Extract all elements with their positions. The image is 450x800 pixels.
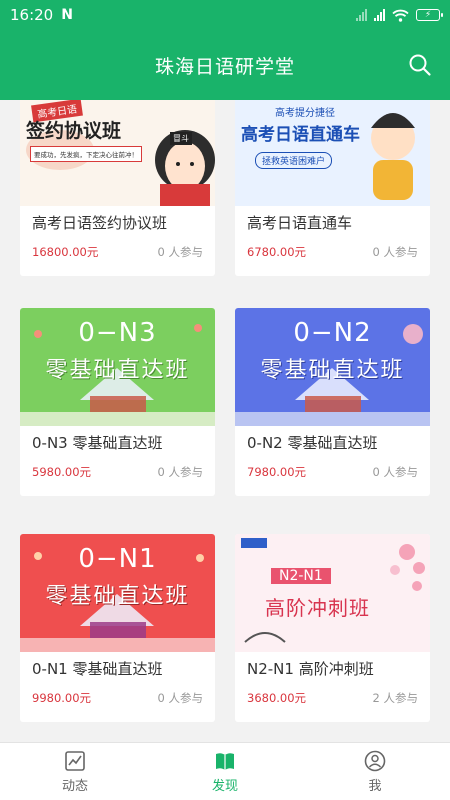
banner-line1: 0−N1 — [78, 544, 157, 574]
search-icon[interactable] — [408, 53, 432, 77]
course-card[interactable]: 高考提分捷径 高考日语直通车 拯救英语困难户 高考日语直通车 6780.00元 … — [235, 100, 430, 276]
course-title: 高考日语直通车 — [247, 214, 353, 232]
course-price: 6780.00元 — [247, 245, 307, 259]
bottom-nav: 动态 发现 我 — [0, 742, 450, 800]
participant-count: 0 人参与 — [157, 691, 203, 705]
activity-chart-icon — [65, 750, 85, 771]
participant-count: 0 人参与 — [157, 465, 203, 479]
course-title: 0-N2 零基础直达班 — [247, 434, 378, 452]
app-header: 珠海日语研学堂 — [0, 30, 450, 100]
banner-line1: 0−N2 — [293, 318, 372, 348]
course-thumbnail: 0−N1 零基础直达班 — [20, 534, 215, 652]
banner-line2: 零基础直达班 — [260, 358, 405, 383]
course-thumbnail: 高考提分捷径 高考日语直通车 拯救英语困难户 — [235, 100, 430, 206]
participant-count: 0 人参与 — [157, 245, 203, 259]
book-icon — [216, 752, 234, 770]
course-card[interactable]: 0−N1 零基础直达班 0-N1 零基础直达班 9980.00元 0 人参与 — [20, 534, 215, 722]
course-price: 7980.00元 — [247, 465, 307, 479]
banner-text: 高考日语直通车 — [241, 125, 360, 145]
profile-icon — [364, 750, 386, 771]
participant-count: 2 人参与 — [372, 691, 418, 705]
course-thumbnail: N2-N1 高阶冲刺班 — [235, 534, 430, 652]
nav-item-discover[interactable]: 发现 — [150, 743, 300, 800]
signal-icon-1 — [356, 9, 367, 21]
battery-icon: ⚡ — [416, 9, 443, 21]
participant-count: 0 人参与 — [372, 465, 418, 479]
banner-badge: 冒斗 — [170, 132, 192, 145]
participant-count: 0 人参与 — [372, 245, 418, 259]
banner-line1: 0−N3 — [78, 318, 157, 348]
course-thumbnail: 0−N2 零基础直达班 — [235, 308, 430, 426]
notification-icon: N — [61, 7, 73, 23]
banner-line2: 零基础直达班 — [45, 358, 190, 383]
course-card[interactable]: 0−N3 零基础直达班 0-N3 零基础直达班 5980.00元 0 人参与 — [20, 308, 215, 496]
banner-text: 签约协议班 — [26, 120, 122, 142]
course-thumbnail: 高考日语 签约协议班 要成功，先发疯，下定决心往前冲！ 冒斗 — [20, 100, 215, 206]
signal-icon-2 — [374, 9, 385, 21]
course-title: N2-N1 高阶冲刺班 — [247, 660, 374, 678]
nav-label: 我 — [368, 778, 382, 794]
nav-item-activity[interactable]: 动态 — [0, 743, 150, 800]
wifi-icon — [392, 9, 409, 22]
course-card[interactable]: N2-N1 高阶冲刺班 N2-N1 高阶冲刺班 3680.00元 2 人参与 — [235, 534, 430, 722]
course-price: 16800.00元 — [32, 245, 99, 259]
banner-subtext: 要成功，先发疯，下定决心往前冲！ — [30, 146, 142, 162]
banner-subtext: 拯救英语困难户 — [255, 152, 333, 169]
course-price: 5980.00元 — [32, 465, 92, 479]
nav-label: 动态 — [61, 778, 88, 794]
course-title: 高考日语签约协议班 — [32, 214, 168, 232]
nav-item-profile[interactable]: 我 — [300, 743, 450, 800]
banner-line1: N2-N1 — [271, 568, 331, 584]
course-thumbnail: 0−N3 零基础直达班 — [20, 308, 215, 426]
status-bar: 16:20 N ⚡ — [0, 0, 450, 30]
banner-line2: 高阶冲刺班 — [265, 596, 370, 620]
banner-tag: 高考提分捷径 — [275, 108, 335, 119]
banner-line2: 零基础直达班 — [45, 584, 190, 609]
page-title: 珠海日语研学堂 — [154, 55, 295, 78]
course-price: 3680.00元 — [247, 691, 307, 705]
course-card[interactable]: 高考日语 签约协议班 要成功，先发疯，下定决心往前冲！ 冒斗 高考日语签约协议班… — [20, 100, 215, 276]
course-title: 0-N1 零基础直达班 — [32, 660, 163, 678]
status-time: 16:20 — [10, 6, 54, 24]
course-price: 9980.00元 — [32, 691, 92, 705]
nav-label: 发现 — [211, 778, 238, 794]
course-grid[interactable]: 高考日语 签约协议班 要成功，先发疯，下定决心往前冲！ 冒斗 高考日语签约协议班… — [0, 100, 450, 742]
course-title: 0-N3 零基础直达班 — [32, 434, 163, 452]
course-card[interactable]: 0−N2 零基础直达班 0-N2 零基础直达班 7980.00元 0 人参与 — [235, 308, 430, 496]
